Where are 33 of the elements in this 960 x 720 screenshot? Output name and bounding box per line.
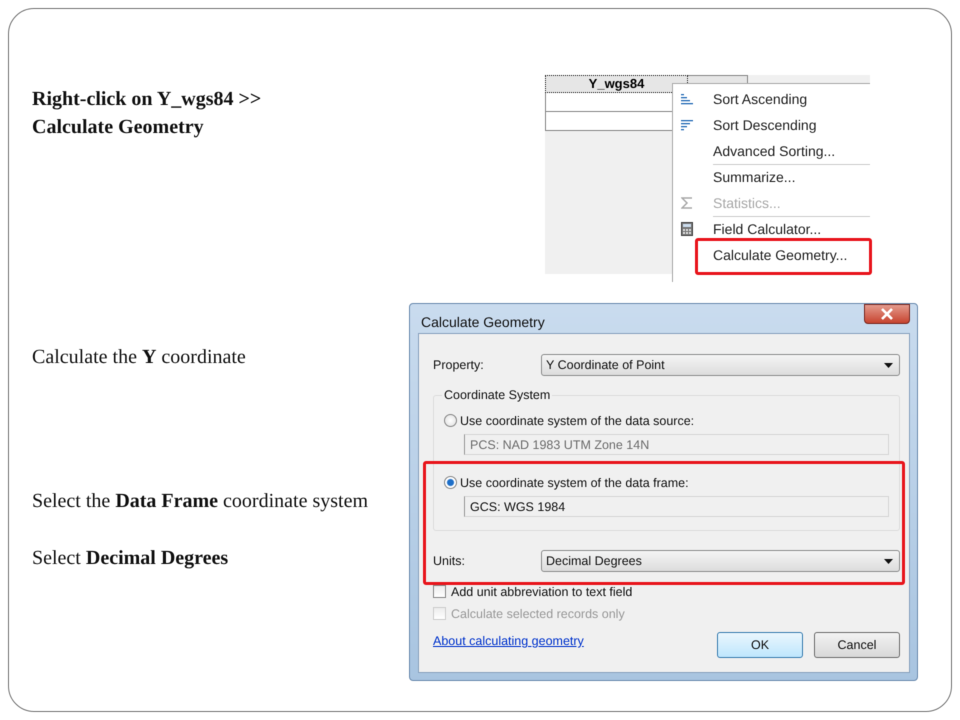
close-icon xyxy=(880,308,894,320)
calculator-icon xyxy=(681,222,693,236)
menu-item[interactable]: Calculate Geometry... xyxy=(673,242,870,268)
instruction-text: Select Decimal Degrees xyxy=(32,546,228,571)
radio-button[interactable] xyxy=(444,476,457,489)
radio-label[interactable]: Use coordinate system of the data source: xyxy=(460,414,694,428)
cancel-button[interactable]: Cancel xyxy=(814,632,900,658)
field-label: Units: xyxy=(433,554,466,568)
menu-item[interactable]: Advanced Sorting... xyxy=(673,138,870,164)
radio-button[interactable] xyxy=(444,414,457,427)
readonly-field: GCS: WGS 1984 xyxy=(464,496,889,517)
checkbox[interactable] xyxy=(433,585,446,598)
dropdown[interactable]: Decimal Degrees xyxy=(541,550,900,572)
field-label: Property: xyxy=(433,358,485,372)
column-header[interactable]: Y_wgs84 xyxy=(545,75,688,93)
readonly-field: PCS: NAD 1983 UTM Zone 14N xyxy=(464,434,889,455)
radio-label[interactable]: Use coordinate system of the data frame: xyxy=(460,476,689,490)
sigma-icon xyxy=(681,197,693,209)
sort-ascending-icon xyxy=(681,93,693,105)
instruction-text: Select the Data Frame coordinate system xyxy=(32,489,368,514)
dropdown-arrow-icon xyxy=(884,362,893,368)
menu-item[interactable]: Sort Descending xyxy=(673,112,870,138)
close-button[interactable] xyxy=(864,304,910,324)
dropdown-arrow-icon xyxy=(884,558,893,564)
sort-descending-icon xyxy=(681,119,693,131)
ok-button[interactable]: OK xyxy=(717,632,803,658)
help-link[interactable]: About calculating geometry xyxy=(433,634,584,648)
group-title: Coordinate System xyxy=(442,388,552,402)
instruction-text: Calculate the Y coordinate xyxy=(32,345,246,370)
window-title: Calculate Geometry xyxy=(421,314,545,330)
dropdown[interactable]: Y Coordinate of Point xyxy=(541,354,900,376)
checkbox-label[interactable]: Add unit abbreviation to text field xyxy=(451,584,632,598)
slide-heading: Right-click on Y_wgs84 >> Calculate Geometry xyxy=(32,87,262,140)
